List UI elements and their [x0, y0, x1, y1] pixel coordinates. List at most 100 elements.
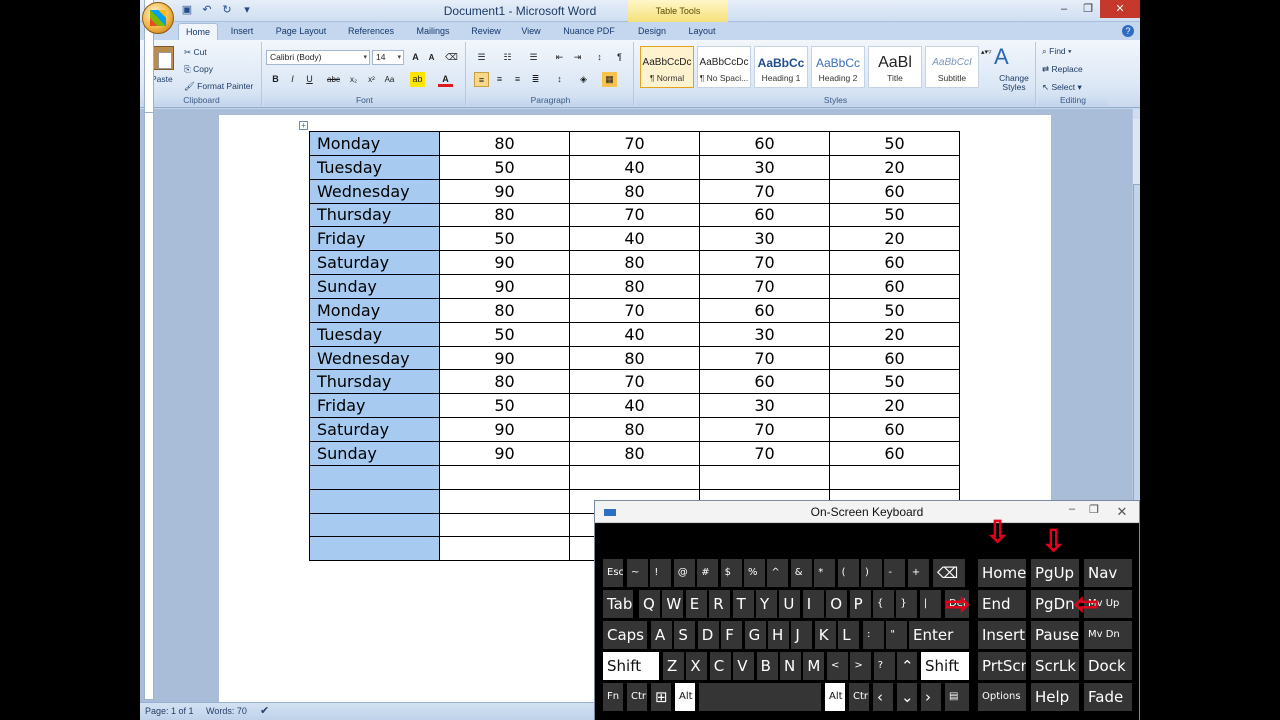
- key-backspace-icon[interactable]: ⌫: [933, 559, 965, 587]
- scroll-up-icon[interactable]: [1133, 109, 1140, 119]
- value-cell[interactable]: [439, 464, 570, 490]
- key-letter[interactable]: Y: [756, 590, 777, 618]
- value-cell[interactable]: 70: [699, 440, 830, 466]
- value-cell[interactable]: 70: [569, 297, 700, 323]
- key-del[interactable]: Del: [945, 590, 969, 618]
- key-letter[interactable]: X: [686, 652, 708, 680]
- value-cell[interactable]: 60: [699, 131, 830, 156]
- value-cell[interactable]: 60: [829, 417, 960, 442]
- value-cell[interactable]: 30: [699, 321, 830, 347]
- value-cell[interactable]: 60: [699, 297, 830, 323]
- key-symbol[interactable]: }: [896, 590, 918, 618]
- numbering-icon[interactable]: ☷: [500, 50, 515, 65]
- key-letter[interactable]: F: [721, 621, 743, 649]
- key-symbol[interactable]: >: [850, 652, 872, 680]
- change-styles-button[interactable]: Change Styles: [994, 74, 1034, 92]
- value-cell[interactable]: 90: [439, 440, 570, 466]
- day-cell[interactable]: [309, 488, 440, 514]
- scrollbar-thumb[interactable]: [1133, 184, 1140, 554]
- value-cell[interactable]: 60: [829, 250, 960, 276]
- value-cell[interactable]: 20: [829, 321, 960, 347]
- day-cell[interactable]: Wednesday: [309, 345, 440, 371]
- key-pgdn[interactable]: PgDn: [1031, 590, 1079, 618]
- value-cell[interactable]: 50: [439, 393, 570, 419]
- strikethrough-icon[interactable]: abc: [326, 72, 341, 87]
- help-icon[interactable]: ?: [1122, 25, 1134, 37]
- key-symbol[interactable]: $: [720, 559, 742, 587]
- underline-icon[interactable]: U: [302, 72, 317, 87]
- osk-minimize-button[interactable]: –: [1069, 503, 1075, 515]
- value-cell[interactable]: 90: [439, 417, 570, 442]
- key-symbol[interactable]: ?: [873, 652, 895, 680]
- style-normal[interactable]: AaBbCcDc ¶ Normal: [640, 46, 694, 88]
- table-move-handle-icon[interactable]: +: [299, 121, 308, 130]
- redo-icon[interactable]: ↻: [220, 3, 234, 17]
- day-cell[interactable]: [309, 464, 440, 490]
- value-cell[interactable]: 50: [829, 369, 960, 395]
- key-symbol[interactable]: ): [861, 559, 882, 587]
- office-button[interactable]: [142, 2, 174, 34]
- value-cell[interactable]: [439, 536, 570, 562]
- key-nav[interactable]: Nav: [1084, 559, 1132, 587]
- key-home[interactable]: Home: [978, 559, 1026, 587]
- value-cell[interactable]: [829, 464, 960, 490]
- key-letter[interactable]: V: [733, 652, 755, 680]
- key-dock[interactable]: Dock: [1084, 652, 1132, 680]
- style-heading-1[interactable]: AaBbCc Heading 1: [754, 46, 808, 88]
- value-cell[interactable]: 70: [699, 178, 830, 204]
- replace-button[interactable]: ⇄ Replace: [1042, 64, 1083, 75]
- key-letter[interactable]: W: [662, 590, 684, 618]
- key-ctrl-right[interactable]: Ctrl: [849, 683, 869, 711]
- subscript-icon[interactable]: x₂: [346, 72, 361, 87]
- key-symbol[interactable]: &: [790, 559, 812, 587]
- key-symbol[interactable]: |: [919, 590, 941, 618]
- value-cell[interactable]: 40: [569, 226, 700, 252]
- key-alt-right[interactable]: Alt: [825, 683, 845, 711]
- page-count[interactable]: Page: 1 of 1: [145, 706, 194, 716]
- day-cell[interactable]: [309, 536, 440, 562]
- key-letter[interactable]: G: [744, 621, 766, 649]
- value-cell[interactable]: 80: [439, 369, 570, 395]
- key-symbol[interactable]: ^: [767, 559, 789, 587]
- key-symbol[interactable]: !: [650, 559, 672, 587]
- value-cell[interactable]: 60: [829, 274, 960, 299]
- key-symbol[interactable]: {: [873, 590, 894, 618]
- key-pgup[interactable]: PgUp: [1031, 559, 1079, 587]
- style-heading-2[interactable]: AaBbCc Heading 2: [811, 46, 865, 88]
- borders-icon[interactable]: ▦: [602, 72, 617, 87]
- change-case-icon[interactable]: Aa: [382, 72, 397, 87]
- bold-icon[interactable]: B: [268, 72, 283, 87]
- key-symbol[interactable]: -: [884, 559, 906, 587]
- key-letter[interactable]: I: [802, 590, 824, 618]
- key-symbol[interactable]: *: [814, 559, 836, 587]
- styles-scroll-icon[interactable]: ▴▾▿: [981, 46, 992, 88]
- key-symbol[interactable]: ~: [627, 559, 648, 587]
- key-tab[interactable]: Tab: [603, 590, 633, 618]
- key-fade[interactable]: Fade: [1084, 683, 1132, 711]
- key-up-arrow-icon[interactable]: ⌃: [897, 652, 917, 680]
- key-alt-left[interactable]: Alt: [675, 683, 695, 711]
- key-symbol[interactable]: ": [886, 621, 908, 649]
- value-cell[interactable]: 70: [699, 250, 830, 276]
- value-cell[interactable]: 80: [569, 178, 700, 204]
- value-cell[interactable]: 60: [829, 440, 960, 466]
- save-icon[interactable]: ▣: [180, 3, 194, 17]
- minimize-button[interactable]: –: [1052, 0, 1076, 18]
- key-letter[interactable]: L: [838, 621, 860, 649]
- bullets-icon[interactable]: ☰: [474, 50, 489, 65]
- customize-qat-icon[interactable]: ▾: [240, 3, 254, 17]
- restore-button[interactable]: ❐: [1076, 0, 1100, 18]
- osk-close-button[interactable]: ✕: [1105, 501, 1139, 522]
- align-center-icon[interactable]: ≡: [492, 72, 507, 87]
- day-cell[interactable]: Sunday: [309, 440, 440, 466]
- value-cell[interactable]: 50: [439, 321, 570, 347]
- key-letter[interactable]: C: [709, 652, 731, 680]
- key-symbol[interactable]: (: [837, 559, 859, 587]
- day-cell[interactable]: Tuesday: [309, 321, 440, 347]
- value-cell[interactable]: 50: [439, 226, 570, 252]
- key-left-arrow-icon[interactable]: ‹: [873, 683, 893, 711]
- key-letter[interactable]: N: [780, 652, 801, 680]
- value-cell[interactable]: 30: [699, 226, 830, 252]
- day-cell[interactable]: Sunday: [309, 274, 440, 299]
- day-cell[interactable]: Monday: [309, 297, 440, 323]
